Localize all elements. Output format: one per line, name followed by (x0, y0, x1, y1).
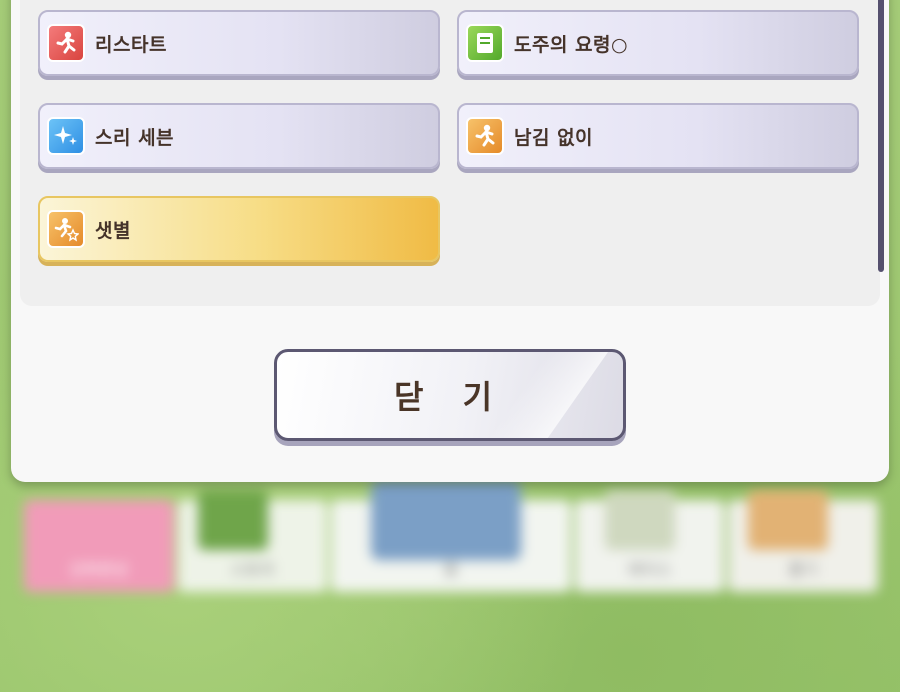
skill-item-morning-star[interactable]: 샛별 (38, 196, 440, 262)
skill-name: 샛별 (95, 219, 131, 242)
bg-menu-item: 강화편성 (24, 500, 174, 592)
bg-menu-item: 뽑기 (728, 490, 878, 592)
notebook-icon (466, 24, 504, 62)
skill-item-escape-tips[interactable]: 도주의 요령○ (457, 10, 859, 76)
skill-item-three-sevens[interactable]: 스리 세븐 (38, 103, 440, 169)
skill-name: 스리 세븐 (95, 126, 175, 149)
bg-menu-item: 스토리 (177, 490, 328, 592)
bg-menu-item: 홈 (331, 480, 571, 592)
skill-dialog: 리스타트 도주의 요령○ 스리 세븐 남김 없이 샛별 닫 기 (11, 0, 889, 482)
skill-name: 리스타트 (95, 33, 167, 56)
scrollbar[interactable] (878, 0, 884, 272)
star-runner-icon (47, 210, 85, 248)
blurred-bottom-menu: 강화편성 스토리 홈 레이스 뽑기 (22, 480, 880, 592)
sparkle-icon (47, 117, 85, 155)
skill-item-restart[interactable]: 리스타트 (38, 10, 440, 76)
skill-item-leave-nothing[interactable]: 남김 없이 (457, 103, 859, 169)
running-figure-icon (47, 24, 85, 62)
close-button[interactable]: 닫 기 (274, 349, 626, 441)
skill-list-panel: 리스타트 도주의 요령○ 스리 세븐 남김 없이 샛별 (20, 0, 880, 306)
close-button-label: 닫 기 (393, 378, 507, 416)
running-figure-icon (466, 117, 504, 155)
skill-name: 도주의 요령○ (514, 33, 629, 56)
bg-menu-item: 레이스 (574, 490, 725, 592)
skill-name: 남김 없이 (514, 126, 594, 149)
